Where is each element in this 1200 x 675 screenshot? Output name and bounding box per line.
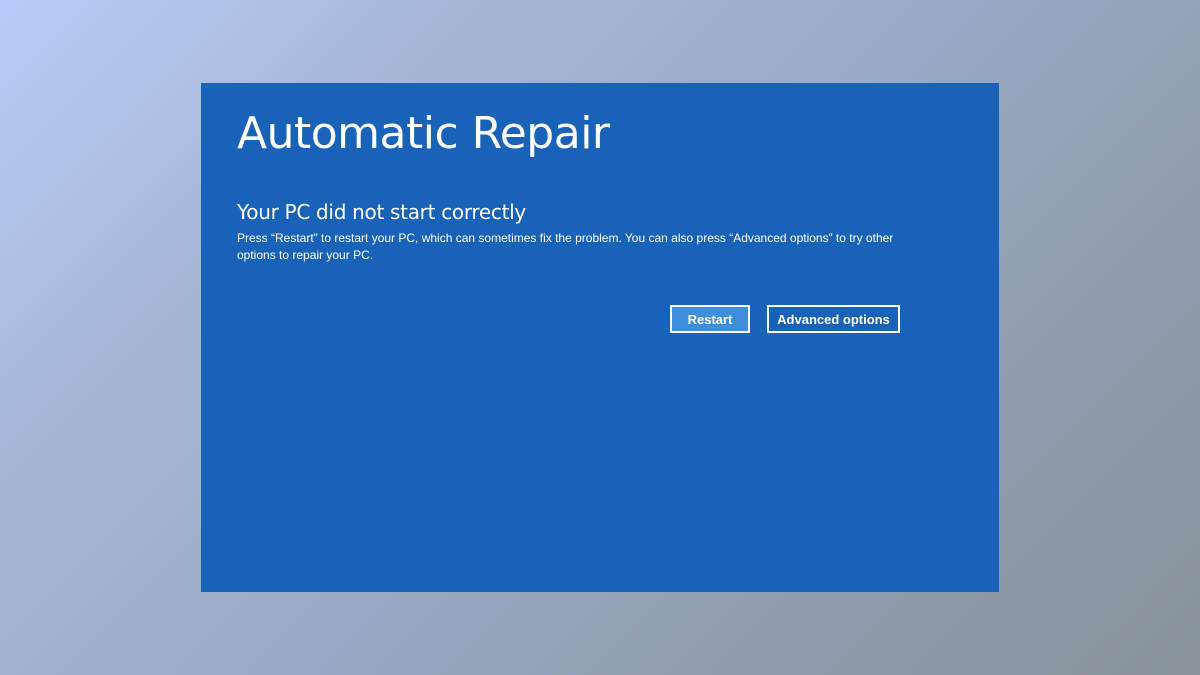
error-description: Press “Restart” to restart your PC, whic… — [237, 231, 894, 262]
button-row: Restart Advanced options — [670, 305, 900, 333]
automatic-repair-screen: Automatic Repair Your PC did not start c… — [201, 83, 999, 592]
page-title: Automatic Repair — [237, 108, 610, 159]
advanced-options-button[interactable]: Advanced options — [767, 305, 900, 333]
restart-button[interactable]: Restart — [670, 305, 750, 333]
error-subtitle: Your PC did not start correctly — [237, 200, 526, 224]
